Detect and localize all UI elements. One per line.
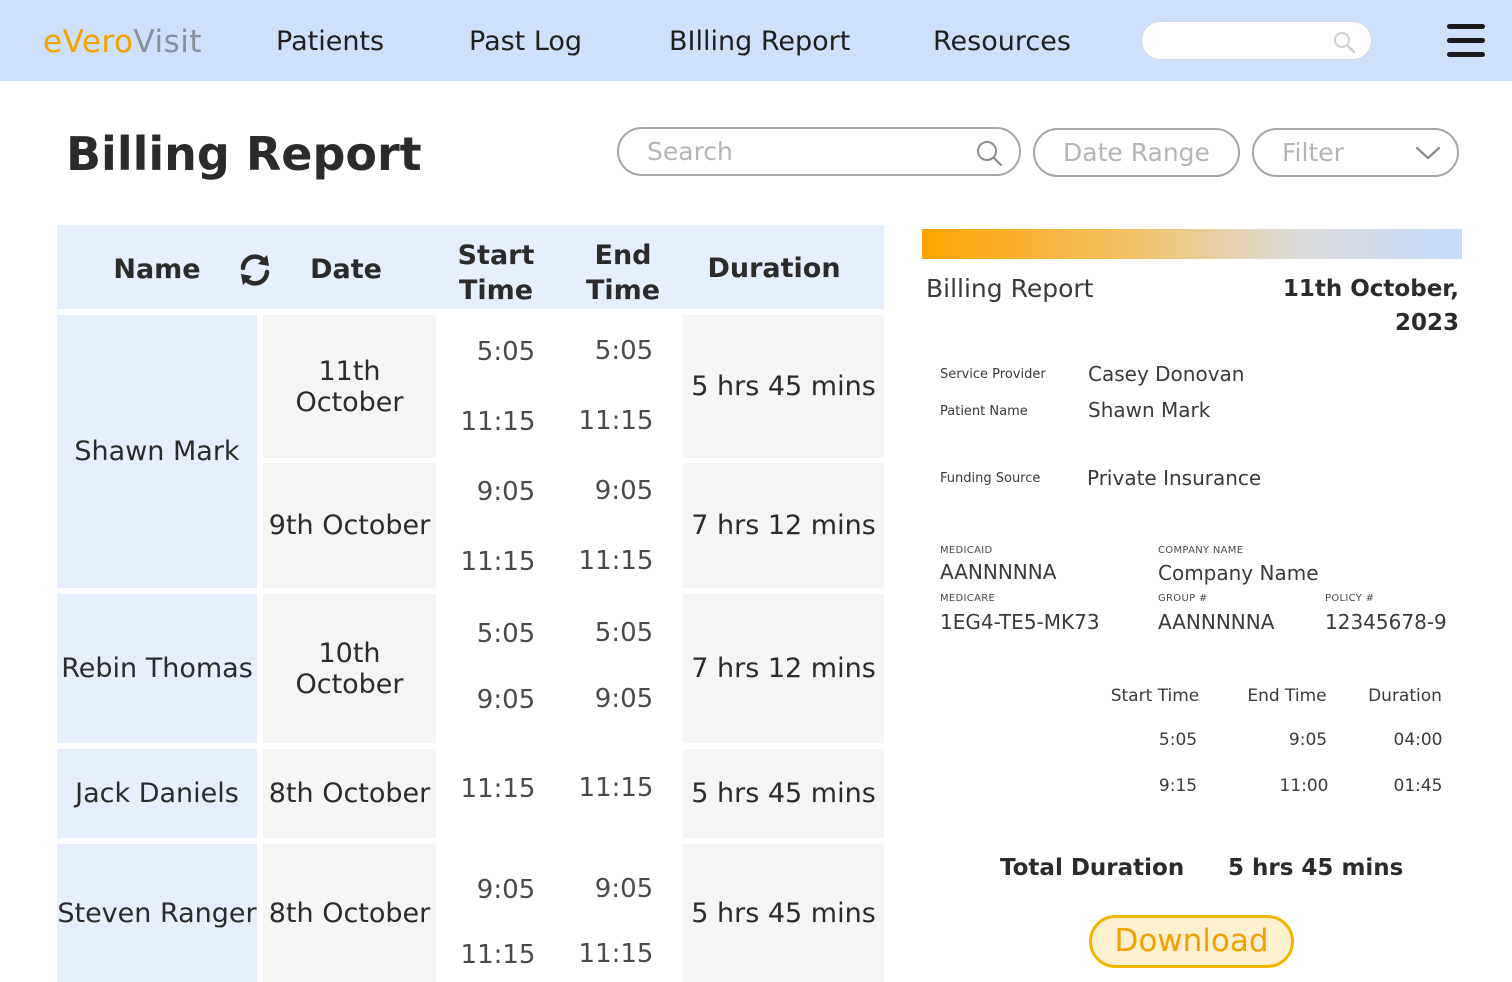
session-duration: 01:45 [1393,776,1443,796]
table-cell-start-time: 11:15 [460,940,536,970]
service-provider-label: Service Provider [940,367,1046,382]
table-cell-end-time: 11:15 [578,406,654,436]
medicare-value: 1EG4-TE5-MK73 [940,610,1100,634]
company-name-label: COMPANY NAME [1158,545,1244,556]
funding-source-label: Funding Source [940,471,1041,486]
patient-name-value: Shawn Mark [1088,398,1211,422]
table-cell-end-time: 11:15 [578,939,654,969]
column-header-end-time[interactable]: End Time [573,238,673,308]
sessions-header-start: Start Time [1110,686,1200,706]
table-row-name[interactable]: Rebin Thomas [57,594,257,743]
download-button[interactable]: Download [1089,915,1294,968]
medicare-label: MEDICARE [940,593,996,604]
table-cell-duration: 7 hrs 12 mins [683,594,884,743]
table-row-name[interactable]: Shawn Mark [57,315,257,588]
filter-dropdown[interactable]: Filter [1252,128,1459,177]
report-title: Billing Report [926,274,1094,303]
session-start: 5:05 [1158,730,1198,750]
search-placeholder: Search [647,137,733,166]
table-cell-end-time: 9:05 [594,684,654,714]
patient-name-label: Patient Name [940,404,1028,419]
hamburger-menu-icon[interactable] [1447,24,1485,58]
table-cell-duration: 5 hrs 45 mins [683,844,884,982]
column-header-start-time[interactable]: Start Time [446,238,546,308]
table-cell-end-time: 11:15 [578,546,654,576]
table-cell-end-time: 9:05 [594,874,654,904]
column-header-duration[interactable]: Duration [704,251,844,286]
page-title: Billing Report [66,127,422,181]
table-cell-duration: 5 hrs 45 mins [683,749,884,838]
table-cell-start-time: 11:15 [460,774,536,804]
table-cell-start-time: 9:05 [476,875,536,905]
table-cell-end-time: 9:05 [594,476,654,506]
date-range-button[interactable]: Date Range [1033,128,1240,177]
table-cell-date: 8th October [263,749,436,838]
logo-part-1: eVero [43,24,134,60]
table-cell-duration: 5 hrs 45 mins [683,315,884,458]
table-cell-date: 8th October [263,844,436,982]
table-cell-date: 11th October [263,315,436,458]
table-cell-start-time: 9:05 [476,685,536,715]
table-cell-start-time: 5:05 [476,619,536,649]
nav-billing-report[interactable]: BIlling Report [669,24,850,60]
company-name-value: Company Name [1158,561,1319,585]
policy-label: POLICY # [1325,593,1375,604]
report-header-gradient-bar [922,229,1462,259]
table-row-name[interactable]: Steven Ranger [57,844,257,982]
table-cell-duration: 7 hrs 12 mins [683,463,884,588]
session-start: 9:15 [1158,776,1198,796]
search-input[interactable]: Search [617,127,1021,176]
sessions-header-end: End Time [1247,686,1327,706]
policy-value: 12345678-9 [1325,610,1447,634]
funding-source-value: Private Insurance [1087,466,1262,490]
search-icon [977,141,1003,167]
group-value: AANNNNNA [1158,610,1275,634]
service-provider-value: Casey Donovan [1088,362,1245,386]
table-cell-end-time: 5:05 [594,618,654,648]
medicaid-label: MEDICAID [940,545,993,556]
table-row-name[interactable]: Jack Daniels [57,749,257,838]
total-duration-value: 5 hrs 45 mins [1228,855,1404,881]
report-date: 11th October, 2023 [1282,276,1459,336]
column-header-date[interactable]: Date [296,252,396,287]
medicaid-value: AANNNNNA [940,560,1057,584]
logo-part-2: Visit [133,24,203,60]
session-end: 11:00 [1279,776,1329,796]
nav-patients[interactable]: Patients [276,24,384,60]
filter-label: Filter [1282,138,1344,167]
total-duration-label: Total Duration [1000,855,1185,881]
table-cell-start-time: 11:15 [460,407,536,437]
date-range-label: Date Range [1063,138,1210,167]
table-cell-start-time: 9:05 [476,477,536,507]
session-duration: 04:00 [1393,730,1443,750]
table-cell-end-time: 5:05 [594,336,654,366]
refresh-icon[interactable] [236,251,274,289]
group-label: GROUP # [1158,593,1208,604]
top-search-input[interactable] [1141,21,1372,60]
nav-resources[interactable]: Resources [933,24,1071,60]
column-header-name[interactable]: Name [97,252,217,287]
table-cell-date: 10th October [263,594,436,743]
table-cell-start-time: 11:15 [460,547,536,577]
sessions-header-duration: Duration [1368,686,1442,706]
app-logo[interactable]: eVeroVisit [43,22,202,62]
top-nav-bar: eVeroVisit Patients Past Log BIlling Rep… [0,0,1512,81]
table-cell-date: 9th October [263,463,436,588]
nav-past-log[interactable]: Past Log [469,24,582,60]
table-cell-end-time: 11:15 [578,773,654,803]
session-end: 9:05 [1288,730,1328,750]
table-cell-start-time: 5:05 [476,337,536,367]
search-icon [1334,32,1356,54]
chevron-down-icon [1415,146,1441,160]
